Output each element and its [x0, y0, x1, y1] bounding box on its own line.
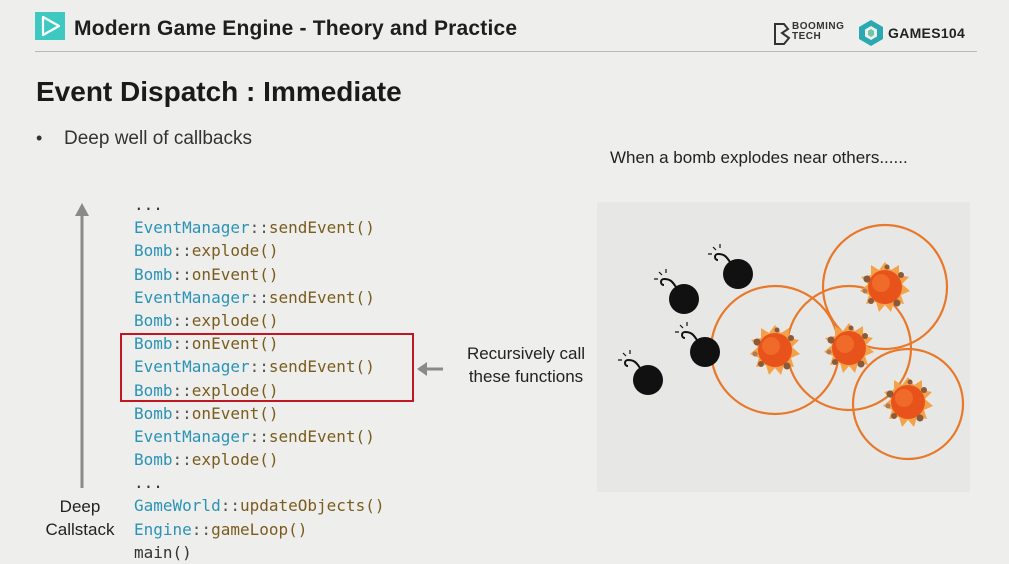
code-scope-separator: ::: [172, 450, 192, 470]
code-class-name: GameWorld: [134, 496, 221, 516]
booming-logo-text: BOOMING TECH: [792, 22, 844, 42]
recursion-highlight-box: [120, 333, 414, 402]
bullet-text: Deep well of callbacks: [64, 128, 252, 149]
code-line: ...: [134, 193, 384, 216]
code-line: Bomb::explode(): [134, 448, 384, 471]
bomb-icon: [707, 243, 754, 290]
code-line: Bomb::onEvent(): [134, 402, 384, 425]
bomb-icon: [617, 349, 664, 396]
code-method-name: sendEvent(): [268, 218, 375, 238]
code-line: main(): [134, 541, 384, 564]
code-line: Bomb::explode(): [134, 309, 384, 332]
code-class-name: Bomb: [134, 241, 173, 261]
code-text: main(): [134, 542, 192, 562]
code-class-name: Bomb: [134, 310, 173, 330]
explosion-icon: [824, 323, 874, 373]
explosion-icon: [883, 377, 933, 427]
code-class-name: Bomb: [134, 450, 173, 470]
code-class-name: EventManager: [134, 426, 250, 446]
code-line: EventManager::sendEvent(): [134, 286, 384, 309]
code-scope-separator: ::: [249, 287, 269, 307]
code-method-name: onEvent(): [191, 403, 279, 423]
code-scope-separator: ::: [249, 426, 269, 446]
slide-title: Event Dispatch : Immediate: [36, 76, 402, 107]
explosion-icon: [860, 262, 910, 312]
recursion-left-arrow-icon: [416, 358, 444, 385]
code-class-name: EventManager: [134, 218, 250, 238]
code-class-name: Bomb: [134, 403, 173, 423]
games104-mark-icon: [858, 19, 884, 52]
code-line: ...: [134, 471, 384, 494]
bomb-icon: [653, 268, 700, 315]
code-method-name: sendEvent(): [268, 426, 375, 446]
code-method-name: explode(): [191, 241, 279, 261]
callstack-up-arrow-icon: [60, 200, 104, 495]
code-scope-separator: ::: [172, 264, 192, 284]
code-text: ...: [134, 195, 163, 214]
code-scope-separator: ::: [172, 310, 192, 330]
deep-callstack-label: Deep Callstack: [40, 495, 120, 541]
recursion-label-line1: Recursively call: [466, 344, 586, 363]
booming-logo-bottom: TECH: [792, 31, 822, 42]
code-class-name: Engine: [134, 519, 192, 539]
games104-logo: GAMES104: [858, 19, 973, 47]
code-method-name: sendEvent(): [268, 287, 375, 307]
illustration-caption: When a bomb explodes near others......: [610, 148, 908, 167]
code-line: GameWorld::updateObjects(): [134, 494, 384, 517]
code-method-name: gameLoop(): [211, 519, 308, 539]
code-method-name: onEvent(): [191, 264, 279, 284]
explosion-icon: [750, 325, 800, 375]
play-triangle-icon: [35, 12, 65, 40]
code-line: Engine::gameLoop(): [134, 518, 384, 541]
code-line: Bomb::explode(): [134, 239, 384, 262]
recursion-label: Recursively call these functions: [446, 342, 606, 388]
code-method-name: explode(): [191, 310, 279, 330]
slide-header: Modern Game Engine - Theory and Practice…: [0, 0, 1009, 52]
bomb-explosion-illustration: [597, 202, 970, 492]
bomb-explosion-svg: [617, 223, 965, 461]
code-scope-separator: ::: [191, 519, 212, 539]
code-scope-separator: ::: [249, 218, 269, 238]
deep-label-line2: Callstack: [45, 520, 115, 539]
code-class-name: EventManager: [134, 287, 250, 307]
recursion-label-line2: these functions: [468, 367, 584, 386]
header-divider: [35, 51, 977, 52]
code-text: ...: [134, 473, 163, 493]
booming-mark-icon: [772, 22, 792, 52]
code-line: EventManager::sendEvent(): [134, 425, 384, 448]
code-line: Bomb::onEvent(): [134, 263, 384, 286]
code-scope-separator: ::: [172, 403, 192, 423]
code-line: EventManager::sendEvent(): [134, 216, 384, 239]
bomb-icon: [674, 321, 721, 368]
booming-tech-logo: BOOMING TECH: [772, 20, 852, 48]
code-scope-separator: ::: [172, 241, 192, 261]
code-method-name: explode(): [191, 450, 279, 470]
deep-label-line1: Deep: [59, 497, 101, 516]
games104-logo-text: GAMES104: [888, 25, 966, 41]
course-title: Modern Game Engine - Theory and Practice: [74, 17, 518, 40]
code-method-name: updateObjects(): [239, 496, 385, 516]
code-class-name: Bomb: [134, 264, 173, 284]
bullet-dot-icon: •: [36, 128, 43, 148]
code-scope-separator: ::: [220, 496, 240, 516]
